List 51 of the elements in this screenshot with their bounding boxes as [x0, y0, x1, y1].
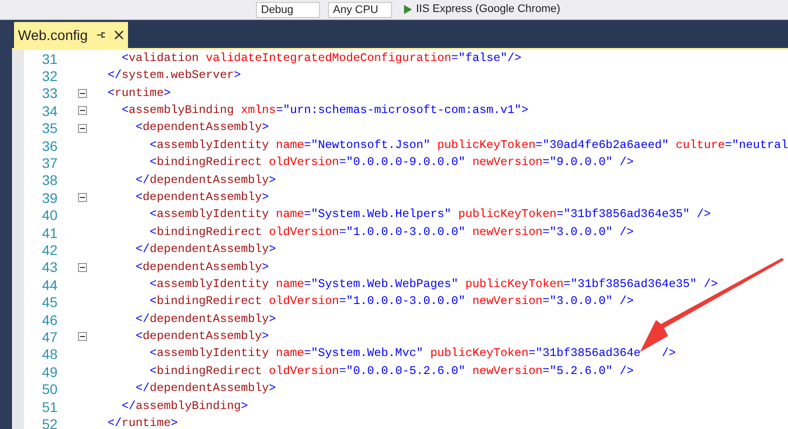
code-line: <validation validateIntegratedModeConfiguration="false"/>	[120, 52, 522, 65]
line-number: 31	[41, 52, 58, 66]
code-line: <assemblyBinding xmlns="urn:schemas-microsoft-com:asm.v1">	[120, 105, 528, 117]
code-line: </dependentAssembly>	[134, 174, 276, 186]
line-number: 48	[41, 347, 58, 362]
dropdown[interactable]: Debug	[256, 2, 320, 18]
code-line: </dependentAssembly>	[134, 383, 276, 395]
code-line: </dependentAssembly>	[134, 244, 276, 256]
line-number: 36	[41, 138, 58, 153]
line-number: 34	[41, 104, 58, 118]
code-line: <bindingRedirect oldVersion="1.0.0.0-3.0.0.0" newVersion="3.0.0.0" />	[148, 226, 634, 238]
line-number: 41	[41, 226, 58, 240]
code-line: </assemblyBinding>	[120, 400, 248, 412]
line-number: 39	[41, 190, 58, 205]
code-line: <dependentAssembly>	[134, 122, 269, 134]
line-number: 37	[41, 156, 58, 170]
line-number: 40	[41, 208, 58, 222]
code-line: <assemblyIdentity name="Newtonsoft.Json" publicKeyToken="30ad4fe6b2a6aeed" culture="neutral	[148, 140, 788, 152]
code-line: <bindingRedirect oldVersion="1.0.0.0-3.0.0.0" newVersion="3.0.0.0" />	[148, 296, 634, 308]
line-number: 47	[41, 330, 58, 344]
dropdown[interactable]: Any CPU	[328, 2, 392, 18]
pin-icon[interactable]	[96, 30, 106, 40]
code-line: </dependentAssembly>	[134, 314, 276, 326]
code-line: <dependentAssembly>	[134, 192, 269, 204]
code-line: <bindingRedirect oldVersion="0.0.0.0-9.0.0.0" newVersion="9.0.0.0" />	[148, 157, 634, 169]
line-number: 35	[41, 121, 58, 136]
code-line: <bindingRedirect oldVersion="0.0.0.0-5.2.6.0" newVersion="5.2.6.0" />	[148, 366, 634, 378]
line-number: 43	[41, 260, 58, 274]
run-button[interactable]: IIS Express (Google Chrome)	[400, 1, 564, 18]
line-number: 44	[41, 278, 58, 292]
line-number: 38	[41, 173, 58, 188]
line-number: 46	[41, 312, 58, 327]
code-line: <dependentAssembly>	[134, 262, 269, 274]
code-line: </system.webServer>	[108, 70, 241, 82]
line-number: 42	[41, 242, 58, 257]
code-line: </runtime>	[108, 418, 178, 429]
code-line: <assemblyIdentity name="System.Web.WebPages" publicKeyToken="31bf3856ad364e35" />	[148, 278, 718, 291]
code-line: <assemblyIdentity name="System.Web.Helpers" publicKeyToken="31bf3856ad364e35" />	[148, 209, 711, 222]
play-icon	[404, 5, 412, 14]
close-icon[interactable]	[114, 30, 124, 40]
line-number: 33	[41, 86, 58, 100]
editor-tab[interactable]: Web.config	[14, 22, 128, 48]
code-line: <assemblyIdentity name="System.Web.Mvc" publicKeyToken="31bf3856ad364e />	[148, 348, 676, 360]
line-number: 45	[41, 295, 58, 310]
line-number: 50	[41, 382, 58, 396]
code-line: <dependentAssembly>	[134, 331, 269, 343]
line-number: 32	[41, 69, 58, 84]
code-line: <runtime>	[108, 88, 171, 100]
line-number: 51	[41, 400, 58, 414]
line-number: 49	[41, 364, 58, 379]
line-number: 52	[41, 416, 58, 429]
